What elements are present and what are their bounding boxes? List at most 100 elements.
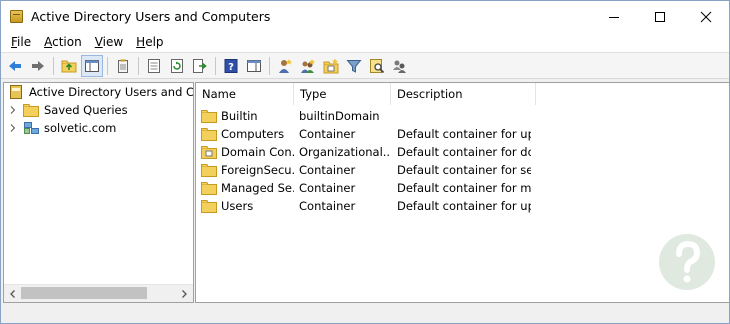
export-list-button[interactable] [189,55,211,77]
list-item[interactable]: Computers Container Default container fo… [196,125,729,143]
forward-button[interactable] [27,55,49,77]
list-item-description: Default container for ma... [397,181,531,195]
menu-view-mnemonic: V [94,35,103,49]
folder-icon [201,128,217,141]
close-icon [700,11,712,22]
minimize-button[interactable] [591,1,637,32]
title-bar[interactable]: Active Directory Users and Computers [1,1,729,32]
list-item-type: Container [299,181,356,195]
scrollbar-thumb[interactable] [21,287,147,299]
scroll-left-icon[interactable] [8,289,18,299]
list-item-name-cell: ForeignSecu... [196,163,294,177]
menu-help[interactable]: Help [131,35,168,49]
list-item[interactable]: Builtin builtinDomain [196,107,729,125]
directory-book-icon [10,85,22,99]
list-item-name: Domain Con... [221,145,294,159]
back-arrow-icon [9,60,21,71]
refresh-button[interactable] [166,55,188,77]
console-tree-pane[interactable]: Active Directory Users and Com Saved Que… [3,82,194,303]
horizontal-scrollbar[interactable] [4,284,193,302]
list-item-type: Organizational... [299,145,391,159]
expand-arrow[interactable] [8,123,18,133]
menu-action-mnemonic: A [44,35,53,49]
add-to-group-icon [393,60,406,73]
list-item-name-cell: Builtin [196,109,294,123]
menu-help-label: elp [145,35,164,49]
toolbar-separator [215,56,216,75]
tree-root[interactable]: Active Directory Users and Com [8,83,193,101]
minimize-icon [609,16,619,18]
menu-action-label: ction [52,35,82,49]
tree-item-label: Saved Queries [44,103,128,117]
tree-item-solvetic-com[interactable]: solvetic.com [8,119,116,137]
toolbar: ? [1,52,729,79]
menu-view-label: iew [102,35,124,49]
forward-arrow-icon [32,60,44,71]
list-item-description: Default container for up... [397,199,531,213]
window-title: Active Directory Users and Computers [31,9,271,24]
help-button[interactable]: ? [220,55,242,77]
back-button[interactable] [4,55,26,77]
new-ou-button[interactable] [320,55,342,77]
show-hide-action-pane-button[interactable] [243,55,265,77]
maximize-button[interactable] [637,1,683,32]
add-to-group-button[interactable] [389,55,411,77]
list-item-description: Default container for sec... [397,163,531,177]
domain-icon [24,122,39,134]
list-item-name: Builtin [221,109,258,123]
up-one-level-button[interactable] [58,55,80,77]
copy-icon [118,59,128,73]
list-item[interactable]: Managed Se... Container Default containe… [196,179,729,197]
maximize-icon [655,11,665,22]
list-item-name-cell: Users [196,199,294,213]
list-item[interactable]: Domain Con... Organizational... Default … [196,143,729,161]
menu-action[interactable]: Action [39,35,87,49]
chevron-right-icon [10,106,16,114]
properties-icon [148,58,160,73]
tree-item-label: solvetic.com [44,121,117,135]
list-item-type: Container [299,127,356,141]
filter-button[interactable] [343,55,365,77]
list-item[interactable]: Users Container Default container for up… [196,197,729,215]
show-hide-action-pane-icon [247,59,261,72]
menu-view[interactable]: View [90,35,128,49]
find-button[interactable] [366,55,388,77]
column-header-description[interactable]: Description [391,83,536,105]
show-hide-console-tree-icon [85,59,99,72]
app-window: Active Directory Users and Computers Fil… [0,0,730,324]
expand-arrow[interactable] [8,105,18,115]
new-group-button[interactable] [297,55,319,77]
show-hide-console-tree-button[interactable] [81,54,103,77]
list-item[interactable]: ForeignSecu... Container Default contain… [196,161,729,179]
new-user-button[interactable] [274,55,296,77]
list-item-name: ForeignSecu... [221,163,294,177]
toolbar-separator [53,56,54,75]
new-ou-icon [323,58,339,73]
close-button[interactable] [683,1,729,32]
list-item-type: Container [299,199,356,213]
tree-item-saved-queries[interactable]: Saved Queries [8,101,128,119]
filter-icon [346,59,362,73]
refresh-icon [171,58,183,73]
folder-icon [201,200,217,213]
menu-file[interactable]: File [6,35,36,49]
copy-button[interactable] [112,55,134,77]
export-list-icon [193,58,207,73]
menu-help-mnemonic: H [136,35,146,49]
watermark-logo [659,234,715,290]
details-pane[interactable]: Name Type Description Builtin builtinDom… [195,82,729,303]
scroll-right-icon[interactable] [179,289,189,299]
help-icon: ? [224,58,238,73]
list-item-description: Default container for up... [397,127,531,141]
ou-icon [201,146,217,159]
list-header: Name Type Description [196,83,729,105]
folder-icon [201,164,217,177]
toolbar-separator [269,56,270,75]
column-header-type[interactable]: Type [294,83,391,105]
chevron-right-icon [10,124,16,132]
column-header-name[interactable]: Name [196,83,294,105]
list-item-type: builtinDomain [299,109,380,123]
find-icon [370,58,385,73]
properties-button[interactable] [143,55,165,77]
menu-bar: File Action View Help [1,32,729,52]
